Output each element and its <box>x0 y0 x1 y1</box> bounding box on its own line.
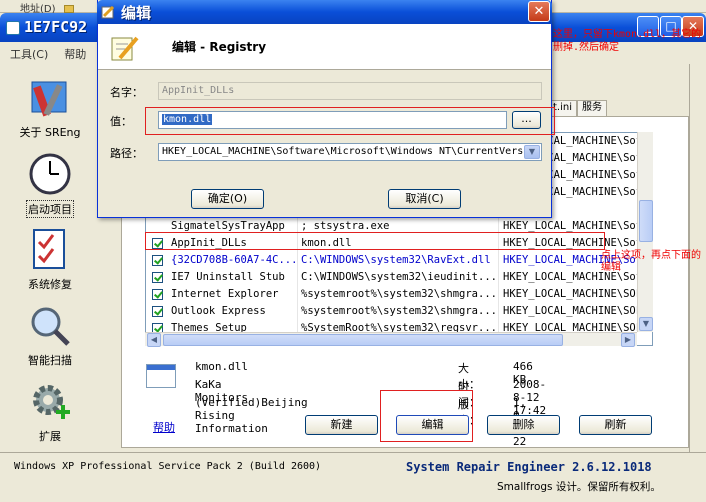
tab-services[interactable]: 服务 <box>577 100 607 116</box>
checklist-icon <box>28 228 72 272</box>
row-checkbox[interactable] <box>152 255 163 266</box>
value-label: 值： <box>110 115 132 128</box>
list-horizontal-scrollbar[interactable]: ◀ ▶ <box>145 332 637 347</box>
delete-button[interactable]: 删除 <box>487 415 560 435</box>
column-divider <box>498 252 499 269</box>
info-signer: (Verified)Beijing Rising Information <box>195 396 308 435</box>
main-window-title: 1E7FC92 <box>24 18 88 36</box>
column-divider <box>498 269 499 286</box>
sidebar-item-extend[interactable]: 扩展 <box>0 380 100 444</box>
file-icon <box>146 364 176 388</box>
help-link[interactable]: 帮助 <box>153 419 175 435</box>
status-bar: Windows XP Professional Service Pack 2 (… <box>0 452 706 502</box>
status-os: Windows XP Professional Service Pack 2 (… <box>14 461 322 472</box>
path-label: 路径： <box>110 147 143 160</box>
list-row[interactable]: Internet Explorer %systemroot%\system32\s… <box>146 286 643 303</box>
path-value: HKEY_LOCAL_MACHINE\Software\Microsoft\Wi… <box>162 146 524 157</box>
status-copyright: Smallfrogs 设计。保留所有权利。 <box>497 481 661 493</box>
scroll-down-arrow[interactable]: ▼ <box>639 317 653 331</box>
ok-button[interactable]: 确定(O) <box>191 189 264 209</box>
scroll-thumb[interactable] <box>163 334 563 346</box>
list-row[interactable]: Outlook Express %systemroot%\system32\shm… <box>146 303 643 320</box>
list-cell-name: IE7 Uninstall Stub <box>171 271 285 283</box>
highlight-edit-button <box>380 390 473 442</box>
list-cell-command: %systemroot%\system32\shmgra... <box>301 305 496 317</box>
edit-dialog: 编辑 ✕ 编辑 - Registry 名字： AppInit_DLLs 值： k… <box>97 0 555 218</box>
sidebar-item-label: 扩展 <box>39 430 61 443</box>
list-cell-name: Internet Explorer <box>171 288 279 300</box>
column-divider <box>297 252 298 269</box>
list-cell-command: C:\WINDOWS\system32\ieudinit... <box>301 271 496 283</box>
list-vertical-scrollbar[interactable]: ▼ <box>637 132 653 332</box>
sidebar-item-scan[interactable]: 智能扫描 <box>0 304 100 368</box>
dialog-title-bar[interactable]: 编辑 ✕ <box>97 0 552 24</box>
column-divider <box>297 286 298 303</box>
dialog-heading: 编辑 - Registry <box>172 40 267 54</box>
tab-strip: t.ini 服务 <box>548 100 693 116</box>
menu-help[interactable]: 帮助 <box>54 42 92 62</box>
list-cell-command: %systemroot%\system32\shmgra... <box>301 288 496 300</box>
sidebar-item-about[interactable]: 关于 SREng <box>0 76 100 140</box>
sidebar-item-label: 系统修复 <box>28 278 72 291</box>
list-row[interactable]: {32CD708B-60A7-4C... C:\WINDOWS\system32\… <box>146 252 642 269</box>
annotation-top: 这里，只留下kmon.dll，其它的删掉.然后确定 <box>553 29 702 53</box>
menu-tools[interactable]: 工具(C) <box>0 42 54 62</box>
dialog-title: 编辑 <box>121 4 152 22</box>
cancel-button[interactable]: 取消(C) <box>388 189 461 209</box>
edit-pencil-icon <box>101 5 115 19</box>
tools-icon <box>28 76 72 120</box>
row-checkbox[interactable] <box>152 272 163 283</box>
sidebar-item-repair[interactable]: 系统修复 <box>0 228 100 292</box>
magnifier-icon <box>28 304 72 348</box>
sidebar: 关于 SREng 启动项目 系统修复 智能扫描 扩展 <box>0 64 100 452</box>
refresh-button[interactable]: 刷新 <box>579 415 652 435</box>
column-divider <box>297 269 298 286</box>
column-divider <box>297 303 298 320</box>
sidebar-item-label: 关于 SREng <box>19 126 81 139</box>
dialog-header: 编辑 - Registry <box>98 24 551 70</box>
list-row[interactable]: IE7 Uninstall Stub C:\WINDOWS\system32\ie… <box>146 269 642 286</box>
list-cell-location: HKEY_LOCAL_MACHINE\SOF <box>503 305 643 317</box>
column-divider <box>498 286 499 303</box>
dialog-close-button[interactable]: ✕ <box>528 1 550 22</box>
list-cell-location: HKEY_LOCAL_MACHINE\SOF <box>503 288 643 300</box>
sidebar-item-startup[interactable]: 启动项目 <box>0 152 100 218</box>
column-divider <box>498 303 499 320</box>
gear-plus-icon <box>28 380 72 424</box>
clock-icon <box>28 152 72 196</box>
sidebar-item-label: 智能扫描 <box>28 354 72 367</box>
list-cell-name: Outlook Express <box>171 305 266 317</box>
info-file: kmon.dll <box>195 360 248 373</box>
scroll-left-arrow[interactable]: ◀ <box>147 333 161 347</box>
highlight-appinit-row <box>145 232 605 250</box>
sidebar-item-label: 启动项目 <box>26 200 74 218</box>
chevron-down-icon[interactable]: ▼ <box>524 145 540 159</box>
folder-icon <box>63 5 74 13</box>
path-select[interactable]: HKEY_LOCAL_MACHINE\Software\Microsoft\Wi… <box>158 143 542 161</box>
notepad-pencil-icon <box>111 36 139 61</box>
highlight-value-field <box>145 107 555 135</box>
status-product: System Repair Engineer 2.6.12.1018 <box>406 460 652 474</box>
row-checkbox[interactable] <box>152 289 163 300</box>
row-checkbox[interactable] <box>152 306 163 317</box>
app-icon <box>6 21 20 35</box>
scroll-thumb[interactable] <box>639 200 653 242</box>
annotation-right: 点上这项，再点下面的编辑 <box>601 250 701 273</box>
scroll-right-arrow[interactable]: ▶ <box>621 333 635 347</box>
new-button[interactable]: 新建 <box>305 415 378 435</box>
list-cell-command: C:\WINDOWS\system32\RavExt.dll <box>301 254 491 266</box>
list-cell-name: {32CD708B-60A7-4C... <box>171 254 296 266</box>
name-field: AppInit_DLLs <box>158 82 542 100</box>
name-label: 名字： <box>110 86 143 99</box>
